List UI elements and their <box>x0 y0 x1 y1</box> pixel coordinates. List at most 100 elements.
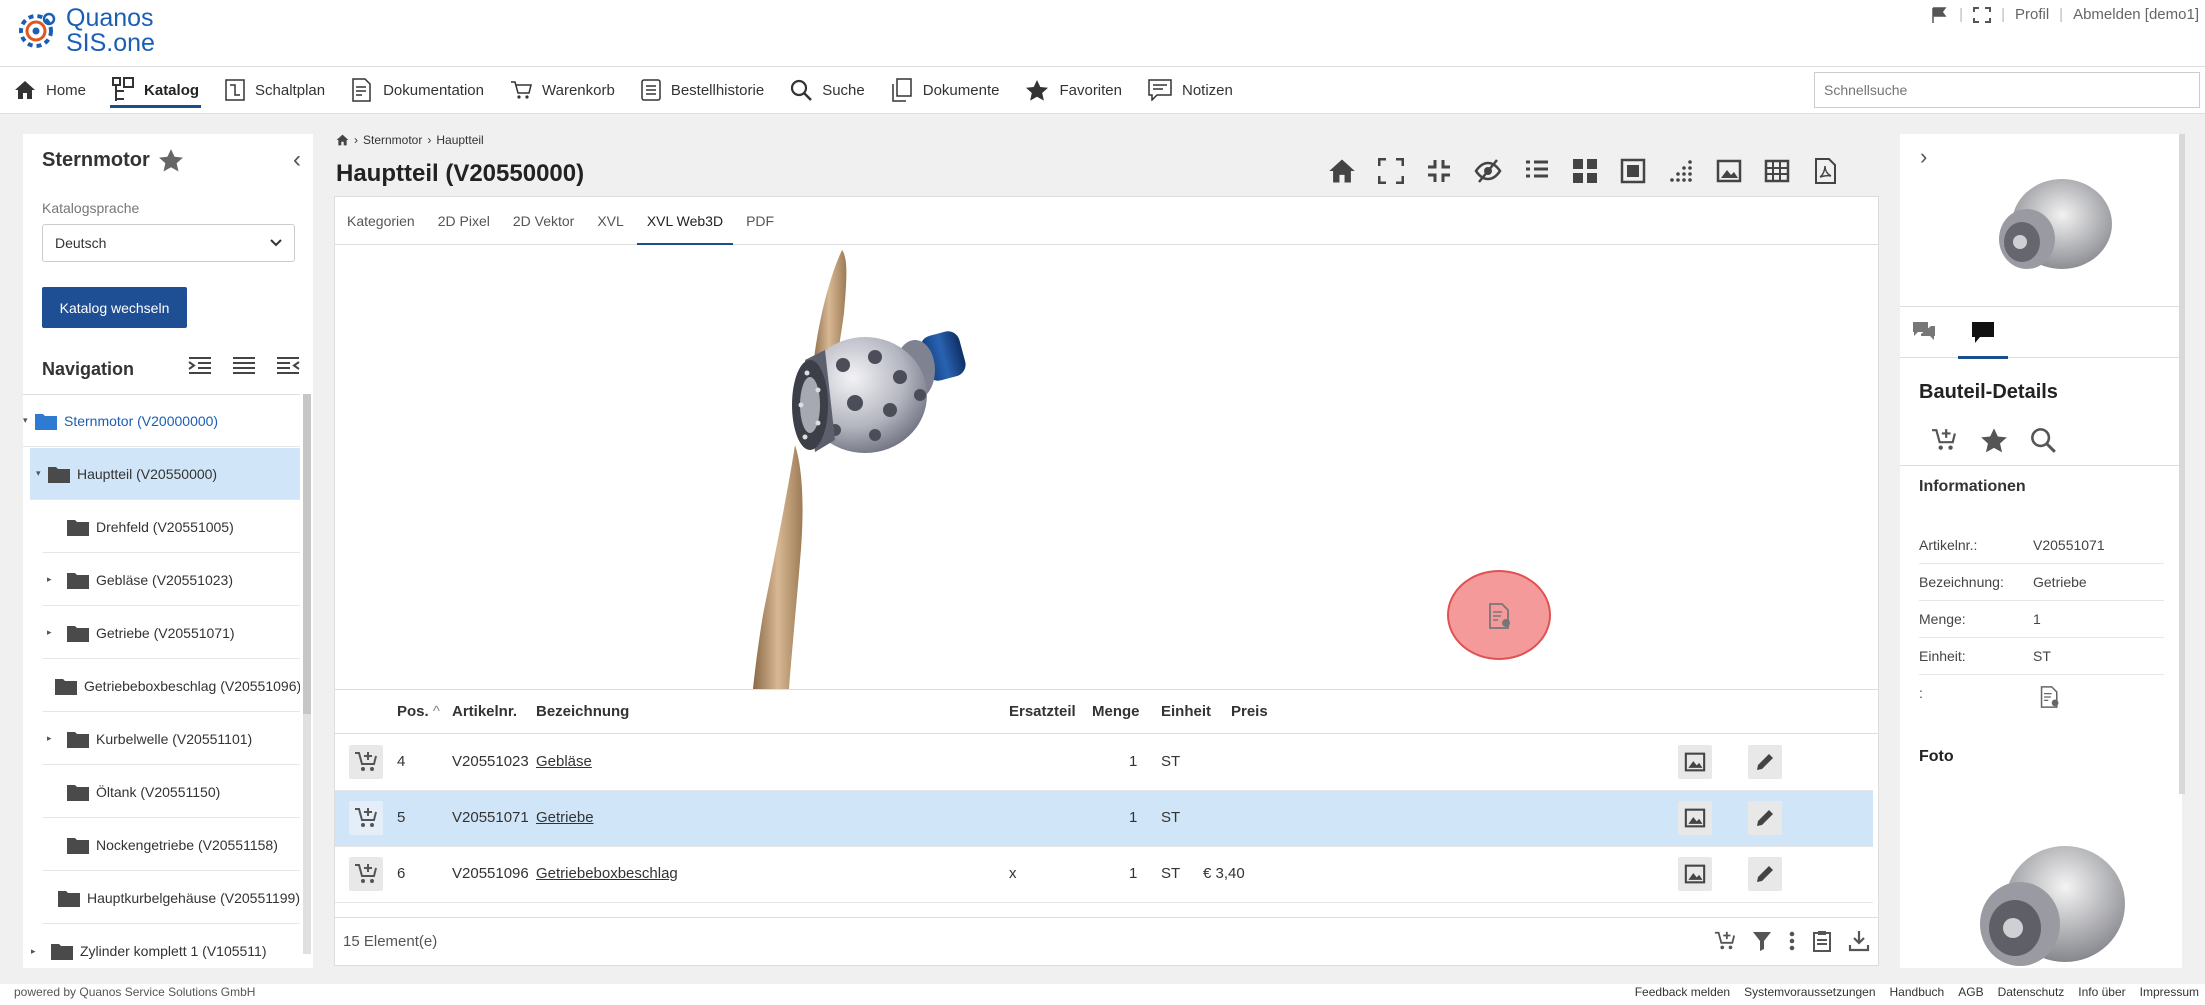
tab-details[interactable] <box>1958 317 2008 359</box>
tree-node[interactable]: Hauptkurbelgehäuse (V20551199) <box>43 872 300 924</box>
collapse-right-panel-button[interactable]: › <box>1920 144 1927 170</box>
expand-arrow-icon[interactable]: ▸ <box>47 627 67 638</box>
catalog-language-select[interactable]: Deutsch <box>42 224 295 262</box>
details-scrollbar[interactable] <box>2179 134 2185 794</box>
tab-xvl-web3d[interactable]: XVL Web3D <box>636 197 734 246</box>
radial-engine-3d-model[interactable] <box>335 245 1878 689</box>
edit-button[interactable] <box>1748 801 1782 835</box>
tree-node[interactable]: Öltank (V20551150) <box>43 766 300 818</box>
column-article[interactable]: Artikelnr. <box>452 703 517 720</box>
tree-scrollbar[interactable] <box>303 394 311 954</box>
footer-link[interactable]: Feedback melden <box>1635 985 1730 999</box>
single-view-icon[interactable] <box>1620 158 1646 184</box>
switch-catalog-button[interactable]: Katalog wechseln <box>42 287 187 328</box>
table-icon[interactable] <box>1764 158 1790 184</box>
add-all-cart-icon[interactable] <box>1714 930 1736 952</box>
show-image-button[interactable] <box>1678 745 1712 779</box>
column-designation[interactable]: Bezeichnung <box>536 703 629 720</box>
tab-xvl[interactable]: XVL <box>597 197 623 245</box>
nav-favorites[interactable]: Favoriten <box>1011 67 1134 113</box>
indent-icon[interactable] <box>188 356 212 376</box>
edit-button[interactable] <box>1748 857 1782 891</box>
tree-node[interactable]: ▸ Getriebe (V20551071) <box>43 607 300 659</box>
app-logo[interactable]: Quanos SIS.one <box>14 6 155 56</box>
tree-node[interactable]: Drehfeld (V20551005) <box>43 501 300 553</box>
nav-search[interactable]: Suche <box>776 67 877 113</box>
pdf-icon[interactable] <box>1812 158 1838 184</box>
cell-designation-link[interactable]: Getriebe <box>536 809 594 826</box>
tab-2d-pixel[interactable]: 2D Pixel <box>438 197 490 245</box>
part-thumbnail[interactable] <box>1972 154 2117 294</box>
tiles-icon[interactable] <box>1572 158 1598 184</box>
column-price[interactable]: Preis <box>1231 703 1268 720</box>
expand-arrow-icon[interactable]: ▸ <box>47 733 67 744</box>
clipboard-icon[interactable] <box>1812 930 1832 952</box>
column-qty[interactable]: Menge <box>1092 703 1140 720</box>
tree-node[interactable]: ▸ Kurbelwelle (V20551101) <box>43 713 300 765</box>
expand-arrow-icon[interactable]: ▸ <box>31 946 51 957</box>
tree-node[interactable]: ▸ Gebläse (V20551023) <box>43 554 300 606</box>
expand-arrow-icon[interactable]: ▾ <box>36 468 48 479</box>
nav-documentation[interactable]: Dokumentation <box>337 67 496 113</box>
add-to-cart-button[interactable] <box>349 745 383 779</box>
star-icon[interactable] <box>1980 427 2008 453</box>
footer-link[interactable]: Handbuch <box>1890 985 1945 999</box>
footer-link[interactable]: Info über <box>2078 985 2125 999</box>
more-options-icon[interactable] <box>1788 930 1796 952</box>
filter-icon[interactable] <box>1752 930 1772 952</box>
footer-link[interactable]: Systemvoraussetzungen <box>1744 985 1875 999</box>
breadcrumb-item[interactable]: Hauptteil <box>436 133 483 147</box>
nav-catalog[interactable]: Katalog <box>98 67 211 113</box>
logout-link[interactable]: Abmelden [demo1] <box>2073 6 2199 23</box>
shrink-view-icon[interactable] <box>1426 158 1452 184</box>
hide-icon[interactable] <box>1474 158 1502 184</box>
3d-viewer[interactable] <box>335 245 1878 689</box>
tree-node[interactable]: ▾ Sternmotor (V20000000) <box>23 395 300 447</box>
table-row[interactable]: 6 V20551096 Getriebeboxbeschlag x 1 ST €… <box>335 847 1873 903</box>
flag-icon[interactable] <box>1931 6 1949 23</box>
column-spare[interactable]: Ersatzteil <box>1009 703 1076 720</box>
document-settings-icon[interactable] <box>2039 685 2061 709</box>
nav-notes[interactable]: Notizen <box>1134 67 1245 113</box>
column-unit[interactable]: Einheit <box>1161 703 1211 720</box>
favorite-star-icon[interactable] <box>158 148 184 172</box>
nav-cart[interactable]: Warenkorb <box>496 67 627 113</box>
list-icon[interactable] <box>1524 158 1550 184</box>
cell-designation-link[interactable]: Getriebeboxbeschlag <box>536 865 678 882</box>
tab-categories[interactable]: Kategorien <box>347 197 415 245</box>
download-icon[interactable] <box>1848 930 1870 952</box>
breadcrumb-item[interactable]: Sternmotor <box>363 133 422 147</box>
show-image-button[interactable] <box>1678 801 1712 835</box>
document-settings-icon[interactable] <box>1487 602 1513 630</box>
tab-2d-vector[interactable]: 2D Vektor <box>513 197 574 245</box>
add-to-cart-button[interactable] <box>349 801 383 835</box>
tree-node[interactable]: ▸ Zylinder komplett 1 (V105511) <box>23 925 300 968</box>
profile-link[interactable]: Profil <box>2015 6 2049 23</box>
image-icon[interactable] <box>1716 158 1742 184</box>
expand-arrow-icon[interactable]: ▾ <box>23 415 35 426</box>
show-image-button[interactable] <box>1678 857 1712 891</box>
footer-link[interactable]: Impressum <box>2140 985 2199 999</box>
column-pos[interactable]: Pos. ^ <box>397 703 440 720</box>
tree-node[interactable]: Getriebeboxbeschlag (V20551096) <box>43 660 300 712</box>
fullscreen-icon[interactable] <box>1973 6 1992 23</box>
home-icon[interactable] <box>336 134 349 146</box>
table-row-selected[interactable]: 5 V20551071 Getriebe 1 ST <box>335 791 1873 847</box>
comments-icon[interactable] <box>1912 321 1936 343</box>
footer-link[interactable]: Datenschutz <box>1998 985 2065 999</box>
cell-designation-link[interactable]: Gebläse <box>536 753 592 770</box>
nav-order-history[interactable]: Bestellhistorie <box>627 67 776 113</box>
footer-link[interactable]: AGB <box>1958 985 1983 999</box>
sort-ascending-icon[interactable]: ^ <box>433 703 440 720</box>
list-view-icon[interactable] <box>232 356 256 376</box>
add-cart-icon[interactable] <box>1930 428 1958 452</box>
quick-search-input[interactable] <box>1814 72 2200 108</box>
nav-documents[interactable]: Dokumente <box>877 67 1012 113</box>
fit-view-icon[interactable] <box>1378 158 1404 184</box>
dots-view-icon[interactable] <box>1668 158 1694 184</box>
expand-arrow-icon[interactable]: ▸ <box>47 574 67 585</box>
tree-node-selected[interactable]: ▾ Hauptteil (V20550000) <box>30 448 300 500</box>
nav-schematic[interactable]: Schaltplan <box>211 67 337 113</box>
nav-home[interactable]: Home <box>0 67 98 113</box>
tab-pdf[interactable]: PDF <box>746 197 774 245</box>
